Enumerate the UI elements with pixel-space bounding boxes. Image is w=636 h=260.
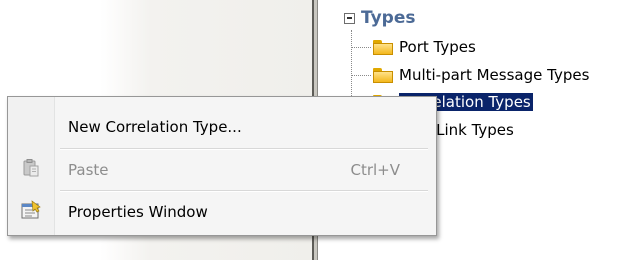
paste-icon [21, 158, 41, 182]
tree-node-types-label: Types [361, 8, 416, 28]
tree-node-types[interactable]: Types [344, 6, 415, 30]
tree-node-label: Port Types [399, 38, 476, 56]
tree-connector [351, 74, 371, 76]
collapse-icon[interactable] [344, 12, 355, 24]
menu-item-label: New Correlation Type... [68, 118, 242, 136]
tree-node-multipart-message-types[interactable]: Multi-part Message Types [351, 64, 589, 86]
menu-item-properties-window[interactable]: Properties Window [8, 194, 436, 230]
menu-item-label: Properties Window [68, 203, 208, 221]
menu-item-shortcut: Ctrl+V [350, 161, 400, 179]
context-menu: New Correlation Type... Paste Ctrl+V Pro… [7, 96, 437, 236]
folder-icon [373, 39, 393, 55]
folder-icon [373, 67, 393, 83]
tree-node-port-types[interactable]: Port Types [351, 36, 476, 58]
tree-node-label: Multi-part Message Types [399, 66, 590, 84]
menu-separator [60, 148, 428, 150]
menu-separator [60, 190, 428, 192]
menu-item-label: Paste [68, 161, 109, 179]
menu-item-new-correlation-type[interactable]: New Correlation Type... [8, 109, 436, 145]
tree-connector [351, 46, 371, 48]
properties-window-icon [20, 200, 42, 224]
menu-item-paste[interactable]: Paste Ctrl+V [8, 152, 436, 188]
